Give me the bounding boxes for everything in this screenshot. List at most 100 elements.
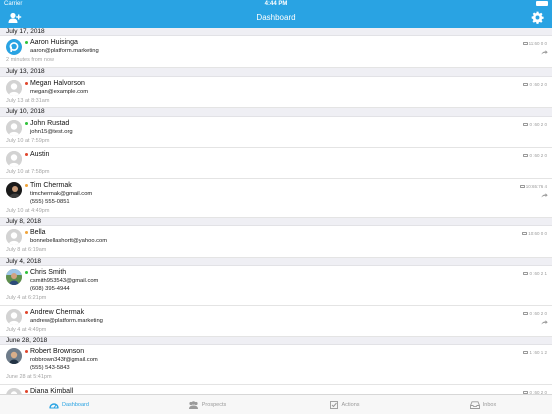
activity-stats: 0 :60 2 1 — [523, 271, 547, 276]
contact-detail: aaron@platform.marketing — [30, 48, 99, 54]
status-dot — [25, 271, 28, 274]
contact-name: Megan Halvorson — [30, 80, 85, 87]
status-dot — [25, 41, 28, 44]
share-icon[interactable] — [541, 320, 548, 325]
inbox-icon — [469, 400, 480, 409]
battery-indicator — [536, 1, 548, 6]
contact-name: John Rustad — [30, 120, 70, 127]
status-dot — [25, 184, 28, 187]
activity-stats: 1 :60 1 2 — [523, 350, 547, 355]
contact-row[interactable]: Robert Brownson robbrown343f@gmail.com (55… — [0, 345, 552, 385]
contact-name: Tim Chermak — [30, 182, 72, 189]
contact-name: Chris Smith — [30, 269, 67, 276]
contact-row[interactable]: Diana Kimball 0 :60 2 0 — [0, 385, 552, 394]
last-activity-time: July 10 at 4:49pm — [6, 208, 50, 214]
stats-text: 0 :60 2 0 — [529, 122, 547, 127]
share-icon[interactable] — [541, 50, 548, 55]
last-activity-time: July 8 at 6:19am — [6, 247, 47, 253]
battery-icon — [536, 1, 548, 6]
name-line: John Rustad — [25, 120, 69, 127]
avatar — [6, 39, 22, 55]
contact-row[interactable]: Aaron Huisinga aaron@platform.marketing 2 … — [0, 36, 552, 68]
contact-list[interactable]: July 17, 2018 Aaron Huisinga aaron@platfo… — [0, 28, 552, 394]
date-header: July 10, 2018 — [0, 108, 552, 117]
tab-label: Dashboard — [62, 401, 89, 408]
gear-icon[interactable] — [531, 11, 544, 24]
contact-detail: bonnebellashortt@yahoo.com — [30, 238, 108, 244]
contact-detail: megan@example.com — [30, 89, 89, 95]
stats-text: 11:60 0 0 — [528, 41, 547, 46]
contact-row[interactable]: Chris Smith csmith953543@gmail.com (608) 3… — [0, 266, 552, 306]
contact-row[interactable]: Bella bonnebellashortt@yahoo.com July 8 at… — [0, 226, 552, 258]
tab-label: Actions — [341, 401, 360, 408]
contact-name: Robert Brownson — [30, 348, 85, 355]
contact-row[interactable]: Andrew Chermak andrew@platform.marketing J… — [0, 306, 552, 337]
contact-row[interactable]: John Rustad john15@test.org July 10 at 7:5… — [0, 117, 552, 148]
activity-stats: 10:65:76 4 — [519, 184, 547, 189]
contact-phone: (555) 555-0851 — [30, 199, 70, 205]
tab-dashboard[interactable]: Dashboard — [0, 395, 138, 414]
contact-name: Andrew Chermak — [30, 309, 85, 316]
email-icon — [522, 42, 528, 45]
stats-text: 0 :60 2 1 — [529, 271, 547, 276]
status-dot — [25, 153, 28, 156]
name-line: Andrew Chermak — [25, 309, 84, 316]
avatar — [6, 182, 22, 198]
contact-detail: andrew@platform.marketing — [30, 318, 103, 324]
name-line: Bella — [25, 229, 46, 236]
avatar — [6, 229, 22, 245]
status-time: 4:44 PM — [264, 1, 288, 7]
page-title: Dashboard — [256, 13, 296, 22]
tab-inbox[interactable]: Inbox — [414, 395, 552, 414]
dashboard-icon — [49, 402, 59, 408]
date-header: July 4, 2018 — [0, 258, 552, 266]
date-header: July 13, 2018 — [0, 68, 552, 77]
date-header: July 17, 2018 — [0, 28, 552, 36]
status-dot — [25, 82, 28, 85]
contact-name: Austin — [30, 151, 50, 158]
contact-phone: (608) 395-4944 — [30, 286, 70, 292]
contact-row[interactable]: Tim Chermak timchermak@gmail.com (555) 555… — [0, 179, 552, 218]
tab-label: Inbox — [482, 401, 497, 408]
last-activity-time: July 10 at 7:58pm — [6, 169, 50, 175]
last-activity-time: July 13 at 8:31am — [6, 98, 50, 104]
tab-prospects[interactable]: Prospects — [138, 395, 276, 414]
tab-actions[interactable]: Actions — [276, 395, 414, 414]
email-icon — [523, 272, 529, 275]
last-activity-time: June 28 at 5:41pm — [6, 374, 52, 380]
last-activity-time: 2 minutes from now — [6, 57, 54, 63]
actions-icon — [330, 400, 339, 409]
stats-text: 0 :60 2 0 — [529, 311, 547, 316]
stats-text: 0 :60 2 0 — [529, 82, 547, 87]
last-activity-time: July 4 at 4:49pm — [6, 327, 47, 333]
stats-text: 10:60 0 0 — [528, 231, 547, 236]
contact-row[interactable]: Austin July 10 at 7:58pm 0 :60 2 0 — [0, 148, 552, 179]
email-icon — [523, 351, 529, 354]
avatar — [6, 120, 22, 136]
battery-fill — [537, 2, 547, 5]
share-icon[interactable] — [541, 193, 548, 198]
activity-stats: 10:60 0 0 — [522, 231, 547, 236]
email-icon — [523, 123, 529, 126]
date-header: June 28, 2018 — [0, 337, 552, 345]
last-activity-time: July 4 at 6:21pm — [6, 295, 47, 301]
contact-name: Bella — [30, 229, 46, 236]
activity-stats: 0 :60 2 0 — [523, 82, 547, 87]
activity-stats: 0 :60 2 0 — [523, 153, 547, 158]
contact-row[interactable]: Megan Halvorson megan@example.com July 13 … — [0, 77, 552, 108]
contact-detail: timchermak@gmail.com — [30, 191, 93, 197]
date-header: July 8, 2018 — [0, 218, 552, 226]
status-dot — [25, 390, 28, 393]
activity-stats: 11:60 0 0 — [522, 41, 547, 46]
email-icon — [523, 154, 529, 157]
name-line: Austin — [25, 151, 49, 158]
tab-bar: Dashboard Prospects Actions Inbox — [0, 394, 552, 414]
avatar — [6, 151, 22, 167]
name-line: Aaron Huisinga — [25, 39, 78, 46]
stats-text: 10:65:76 4 — [525, 184, 547, 189]
stats-text: 1 :60 1 2 — [529, 350, 547, 355]
avatar — [6, 309, 22, 325]
last-activity-time: July 10 at 7:59pm — [6, 138, 50, 144]
status-bar: Carrier 4:44 PM — [0, 0, 552, 9]
status-dot — [25, 122, 28, 125]
